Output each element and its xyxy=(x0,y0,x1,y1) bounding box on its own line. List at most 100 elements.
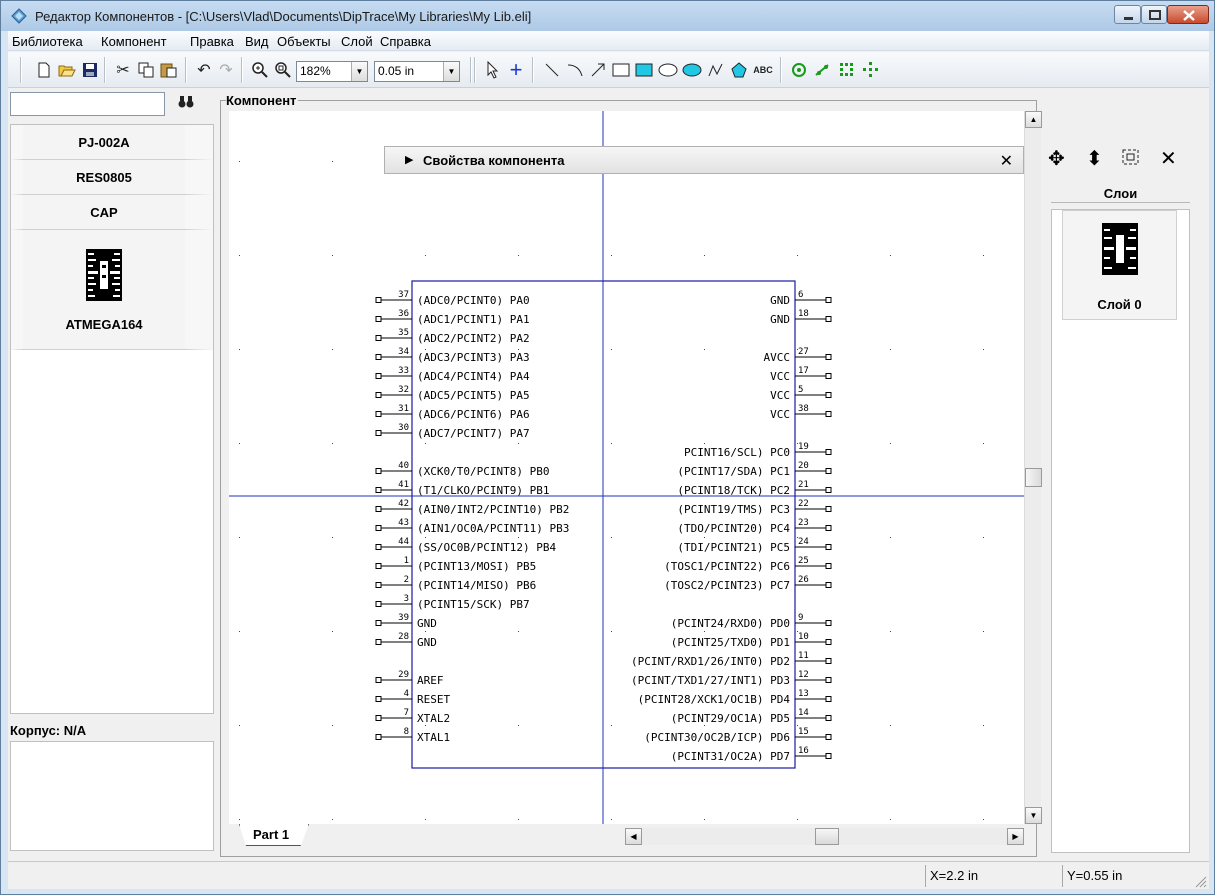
tab-part-1[interactable]: Part 1 xyxy=(239,824,309,846)
maximize-button[interactable] xyxy=(1141,5,1167,24)
menu-component[interactable]: Компонент xyxy=(101,34,167,49)
layers-list: Слой 0 xyxy=(1051,209,1190,853)
grid-dot xyxy=(983,725,984,726)
horizontal-scroll-thumb[interactable] xyxy=(815,828,839,845)
new-icon[interactable] xyxy=(33,59,55,81)
pin-matrix-icon[interactable] xyxy=(836,59,858,81)
filled-ellipse-icon[interactable] xyxy=(681,59,703,81)
resize-grip-icon[interactable] xyxy=(1193,874,1207,888)
menu-view[interactable]: Вид xyxy=(245,34,269,49)
polygon-icon[interactable] xyxy=(728,59,750,81)
pin-end xyxy=(375,563,382,569)
pin-name: (PCINT29/OC1A) PD5 xyxy=(671,712,790,725)
grid-dot xyxy=(239,349,240,350)
arc-icon[interactable] xyxy=(564,59,586,81)
menu-edit[interactable]: Правка xyxy=(190,34,234,49)
layer-bounds-icon[interactable] xyxy=(1120,146,1142,174)
filled-rectangle-icon[interactable] xyxy=(633,59,655,81)
delete-layer-icon[interactable]: ✕ xyxy=(1160,146,1177,171)
component-item-atmega164[interactable]: ATMEGA164 xyxy=(11,230,213,350)
pin-name: AREF xyxy=(417,674,444,687)
component-list: PJ-002A RES0805 CAP ATMEGA164 xyxy=(10,124,214,714)
pin-end xyxy=(375,734,382,740)
component-item-cap[interactable]: CAP xyxy=(11,195,213,230)
layer-item-0[interactable]: Слой 0 xyxy=(1062,210,1177,320)
crosshair-icon[interactable]: + xyxy=(505,57,527,82)
design-canvas[interactable]: 37 (ADC0/PCINT0) PA0 36 (ADC1/PCINT1) PA1 35… xyxy=(229,111,1024,824)
grid-dot xyxy=(518,349,519,350)
component-thumbnail xyxy=(86,249,122,301)
window-title: Редактор Компонентов - [C:\Users\Vlad\Do… xyxy=(35,9,532,24)
redo-icon[interactable]: ↷ xyxy=(215,59,237,81)
scroll-right-icon[interactable]: ▶ xyxy=(1007,828,1024,845)
paste-icon[interactable] xyxy=(158,59,180,81)
pin-number: 12 xyxy=(798,670,809,680)
horizontal-scrollbar[interactable]: ◀ ▶ xyxy=(625,828,1024,845)
up-down-icon[interactable]: ⬍ xyxy=(1086,146,1103,171)
grid-dot xyxy=(797,819,798,820)
polyline-icon[interactable] xyxy=(705,59,727,81)
pin-end xyxy=(825,639,832,645)
pin-number: 34 xyxy=(398,347,409,357)
chevron-down-icon: ▼ xyxy=(443,62,459,81)
copy-icon[interactable] xyxy=(135,59,157,81)
minimize-button[interactable] xyxy=(1114,5,1141,24)
menu-objects[interactable]: Объекты xyxy=(277,34,331,49)
expand-triangle-icon[interactable]: ▶ xyxy=(405,153,413,166)
vertical-scroll-thumb[interactable] xyxy=(1025,468,1042,487)
pin-arrange-icon[interactable] xyxy=(860,59,882,81)
menu-layer[interactable]: Слой xyxy=(341,34,373,49)
component-item-res0805[interactable]: RES0805 xyxy=(11,160,213,195)
pin-name: (ADC5/PCINT5) PA5 xyxy=(417,389,530,402)
scroll-down-icon[interactable]: ▼ xyxy=(1025,807,1042,824)
binoculars-icon[interactable] xyxy=(178,95,194,112)
close-window-button[interactable] xyxy=(1167,5,1209,24)
text-icon[interactable]: ABC xyxy=(752,59,774,81)
vertical-scrollbar[interactable]: ▲ ▼ xyxy=(1024,111,1042,824)
scroll-left-icon[interactable]: ◀ xyxy=(625,828,642,845)
undo-icon[interactable]: ↶ xyxy=(193,59,215,81)
status-y-coordinate: Y=0.55 in xyxy=(1062,865,1202,887)
pin-name: (ADC1/PCINT1) PA1 xyxy=(417,313,530,326)
scroll-up-icon[interactable]: ▲ xyxy=(1025,111,1042,128)
zoom-fit-icon[interactable] xyxy=(272,59,294,81)
grid-dot xyxy=(983,349,984,350)
pin-end xyxy=(825,753,832,759)
pin-number: 28 xyxy=(398,632,409,642)
move-icon[interactable]: ✥ xyxy=(1048,146,1065,171)
pin-end xyxy=(825,316,832,322)
pin-group-icon[interactable] xyxy=(812,59,834,81)
pin-end xyxy=(375,639,382,645)
grid-dot xyxy=(704,443,705,444)
component-item-pj-002a[interactable]: PJ-002A xyxy=(11,125,213,160)
pin-number: 19 xyxy=(798,442,809,452)
component-search-input[interactable] xyxy=(10,92,165,116)
pin-number: 11 xyxy=(798,651,809,661)
grid-dot xyxy=(890,631,891,632)
pin-name: (TDI/PCINT21) PC5 xyxy=(677,541,790,554)
grid-size-select[interactable]: 0.05 in ▼ xyxy=(374,61,460,82)
pin-number: 21 xyxy=(798,480,809,490)
open-icon[interactable] xyxy=(56,59,78,81)
line-icon[interactable] xyxy=(541,59,563,81)
pin-number: 3 xyxy=(404,594,409,604)
save-icon[interactable] xyxy=(79,59,101,81)
zoom-in-icon[interactable] xyxy=(249,59,271,81)
pin-end xyxy=(825,297,832,303)
menu-library[interactable]: Библиотека xyxy=(12,34,83,49)
ellipse-icon[interactable] xyxy=(657,59,679,81)
arrow-icon[interactable] xyxy=(587,59,609,81)
pointer-icon[interactable] xyxy=(482,59,504,81)
close-icon xyxy=(1183,10,1195,21)
pin-number: 42 xyxy=(398,499,409,509)
menu-help[interactable]: Справка xyxy=(380,34,431,49)
rectangle-icon[interactable] xyxy=(610,59,632,81)
grid-dot xyxy=(983,631,984,632)
grid-dot xyxy=(611,725,612,726)
zoom-select[interactable]: 182% ▼ xyxy=(296,61,368,82)
component-properties-panel[interactable]: ▶ Свойства компонента ✕ xyxy=(384,146,1024,174)
pin-icon[interactable] xyxy=(788,59,810,81)
cut-icon[interactable]: ✂ xyxy=(112,59,134,81)
close-properties-icon[interactable]: ✕ xyxy=(1000,151,1013,171)
menu-bar: Библиотека Компонент Правка Вид Объекты … xyxy=(8,31,1209,51)
